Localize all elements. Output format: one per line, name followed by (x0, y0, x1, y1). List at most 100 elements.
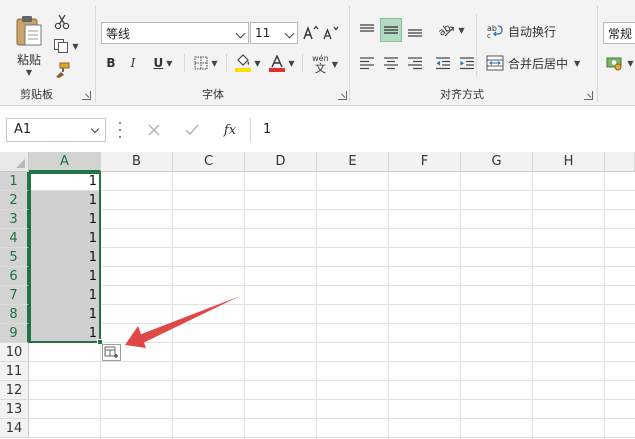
row-header-1[interactable]: 1 (0, 172, 29, 191)
fill-color-button[interactable]: ▼ (232, 52, 264, 74)
row-header-13[interactable]: 13 (0, 400, 29, 419)
dialog-launcher-icon[interactable] (584, 91, 593, 100)
font-size-combo[interactable]: 11 (250, 22, 298, 44)
row-gridline (29, 190, 635, 191)
decrease-indent-icon (436, 57, 450, 70)
cell-a8[interactable]: 1 (30, 305, 100, 324)
column-gridline (460, 172, 461, 439)
row-header-12[interactable]: 12 (0, 381, 29, 400)
formula-input[interactable]: 1 (250, 118, 635, 142)
formula-bar: A1 fx 1 (0, 106, 635, 152)
merge-center-button[interactable]: 合并后居中 ▼ (486, 52, 586, 74)
name-box[interactable]: A1 (6, 118, 106, 142)
column-gridline (244, 172, 245, 439)
group-divider (95, 6, 96, 102)
italic-button[interactable]: I (124, 54, 142, 72)
left-align-button[interactable] (356, 52, 378, 74)
copy-button[interactable]: ▼ (50, 36, 82, 56)
increase-indent-button[interactable] (456, 52, 478, 74)
paint-bucket-icon (237, 54, 250, 66)
column-header-b[interactable]: B (101, 152, 173, 172)
underline-label: U (153, 56, 164, 70)
row-gridline (29, 228, 635, 229)
format-painter-button[interactable] (52, 60, 72, 80)
column-header-g[interactable]: G (461, 152, 533, 172)
worksheet-grid[interactable]: ABCDEFGH 1 2 3 4 5 6 7 8 9 10 11 12 13 14 111111111 (0, 152, 635, 439)
column-header-h[interactable]: H (533, 152, 605, 172)
bold-label: B (106, 56, 116, 70)
cancel-button[interactable] (145, 121, 163, 139)
top-align-icon (360, 24, 374, 32)
column-header-a[interactable]: A (29, 152, 101, 172)
cell-a2[interactable]: 1 (30, 191, 100, 210)
row-header-8[interactable]: 8 (0, 305, 29, 324)
paste-button[interactable]: 粘贴 ▼ (10, 10, 48, 80)
row-header-6[interactable]: 6 (0, 267, 29, 286)
font-name-combo[interactable]: 等线 (101, 22, 249, 44)
center-align-button[interactable] (380, 52, 402, 74)
right-align-button[interactable] (404, 52, 426, 74)
row-header-4[interactable]: 4 (0, 229, 29, 248)
wrap-text-button[interactable]: ab c 自动换行 (486, 20, 570, 42)
increase-font-size-button[interactable] (302, 22, 320, 44)
cell-a4[interactable]: 1 (30, 229, 100, 248)
column-header-f[interactable]: F (389, 152, 461, 172)
underline-button[interactable]: U ▼ (146, 54, 180, 72)
column-header-c[interactable]: C (173, 152, 245, 172)
auto-fill-options-icon (104, 346, 118, 358)
insert-function-button[interactable]: fx (219, 120, 241, 140)
formula-controls: fx (137, 118, 247, 142)
chevron-down-icon: ▼ (574, 58, 581, 68)
bottom-align-icon (408, 29, 422, 37)
name-box-value: A1 (14, 122, 32, 137)
cell-a6[interactable]: 1 (30, 267, 100, 286)
copy-icon (54, 39, 69, 53)
alignment-group-label: 对齐方式 (440, 88, 484, 101)
top-align-button[interactable] (356, 18, 378, 42)
row-header-3[interactable]: 3 (0, 210, 29, 229)
phonetic-icon: wén 文 (312, 54, 329, 74)
dialog-launcher-icon[interactable] (82, 91, 91, 100)
checkmark-icon (185, 124, 199, 136)
dialog-launcher-icon[interactable] (338, 91, 347, 100)
cell-a5[interactable]: 1 (30, 248, 100, 267)
row-header-7[interactable]: 7 (0, 286, 29, 305)
middle-align-button[interactable] (380, 18, 402, 42)
column-header-d[interactable]: D (245, 152, 317, 172)
number-format-combo[interactable]: 常规 (603, 22, 635, 44)
chevron-down-icon: ▼ (254, 58, 261, 68)
row-header-2[interactable]: 2 (0, 191, 29, 210)
cell-a1[interactable]: 1 (30, 172, 100, 191)
enter-button[interactable] (183, 121, 201, 139)
borders-button[interactable]: ▼ (190, 53, 222, 73)
wrap-text-icon: ab c (487, 24, 503, 39)
decrease-indent-button[interactable] (432, 52, 454, 74)
font-color-button[interactable]: ▼ (266, 52, 298, 74)
italic-label: I (130, 56, 136, 70)
borders-icon (194, 56, 208, 70)
cell-a9[interactable]: 1 (30, 324, 100, 343)
bold-button[interactable]: B (102, 54, 120, 72)
ribbon: 粘贴 ▼ ▼ 剪贴板 等线 11 B I U ▼ ▼ ▼ ▼ wén 文 ▼ 字… (0, 0, 635, 106)
accounting-format-button[interactable]: ▼ (606, 52, 634, 74)
row-header-9[interactable]: 9 (0, 324, 29, 343)
row-header-11[interactable]: 11 (0, 362, 29, 381)
column-header-e[interactable]: E (317, 152, 389, 172)
chevron-down-icon: ▼ (25, 67, 33, 77)
cell-a3[interactable]: 1 (30, 210, 100, 229)
row-header-14[interactable]: 14 (0, 419, 29, 438)
row-header-5[interactable]: 5 (0, 248, 29, 267)
fill-color-bar (235, 68, 252, 72)
auto-fill-options-button[interactable] (102, 344, 121, 361)
cell-a7[interactable]: 1 (30, 286, 100, 305)
font-size-value: 11 (255, 26, 271, 40)
orientation-button[interactable]: ab ▼ (434, 18, 468, 42)
row-header-10[interactable]: 10 (0, 343, 29, 362)
decrease-font-size-button[interactable] (322, 22, 340, 44)
cut-button[interactable] (52, 12, 72, 32)
select-all-button[interactable] (0, 152, 29, 172)
chevron-down-icon (235, 28, 246, 39)
bottom-align-button[interactable] (404, 18, 426, 42)
font-color-bar (269, 67, 286, 72)
phonetic-guide-button[interactable]: wén 文 ▼ (308, 52, 342, 76)
